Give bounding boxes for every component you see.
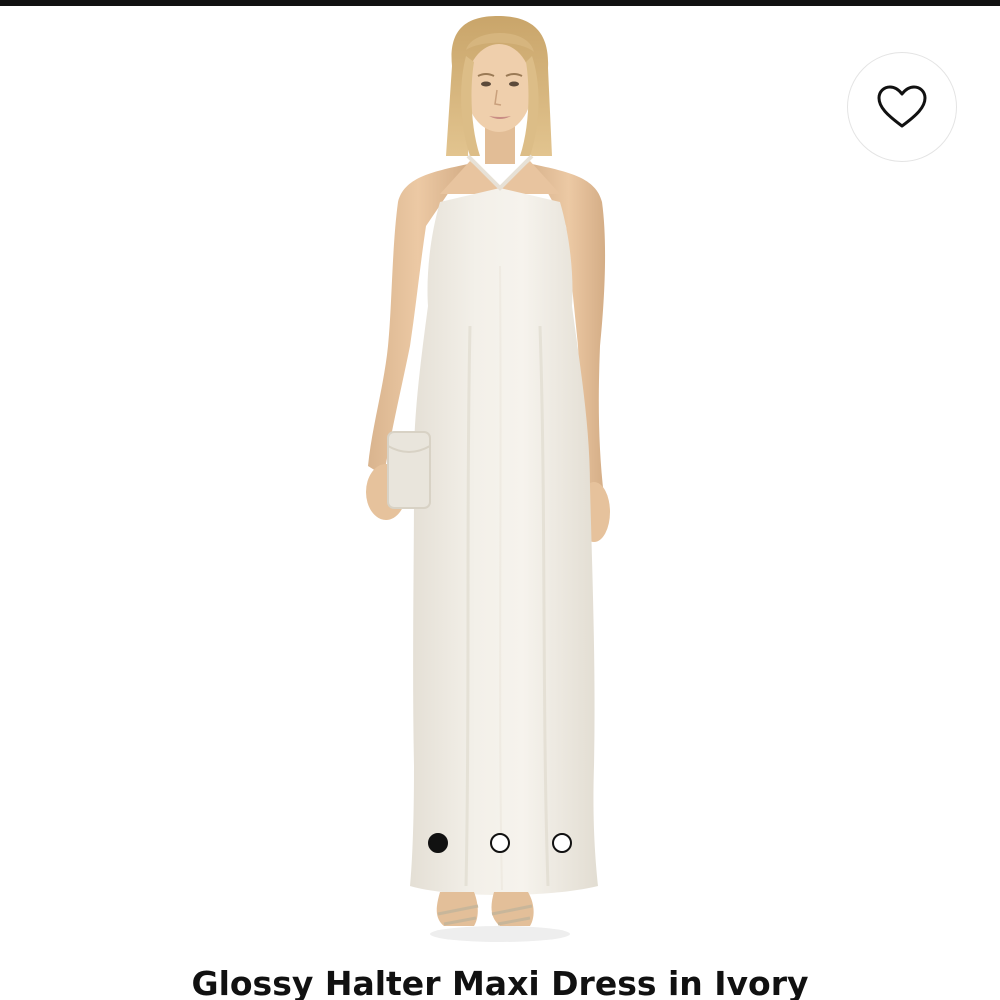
wishlist-button[interactable] [847,52,957,162]
product-image [366,16,610,942]
heart-outline-icon [877,85,927,128]
product-page: Glossy Halter Maxi Dress in Ivory [0,0,1000,1000]
gallery-dot-1[interactable] [428,833,448,853]
gallery-dot-2[interactable] [490,833,510,853]
gallery-dot-3[interactable] [552,833,572,853]
product-gallery[interactable] [0,6,1000,956]
gallery-pagination [428,833,574,855]
product-title: Glossy Halter Maxi Dress in Ivory [191,964,809,1000]
